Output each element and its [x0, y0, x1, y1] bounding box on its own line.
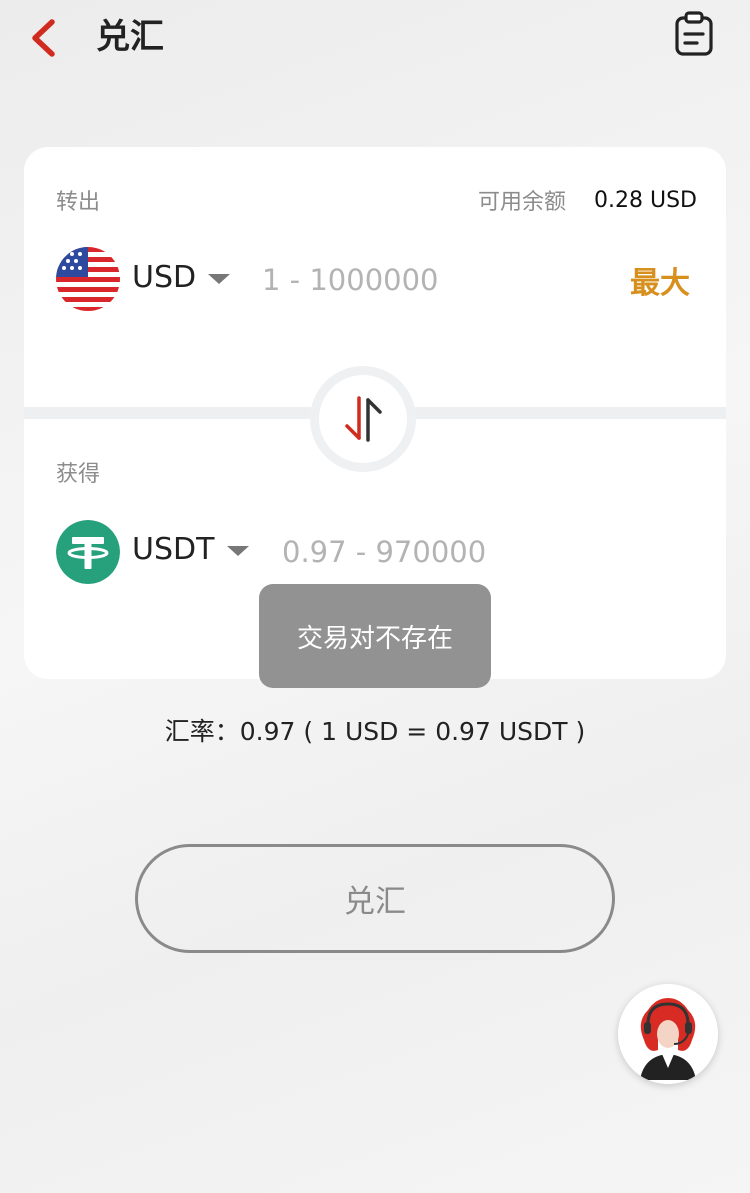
from-amount-input[interactable]	[262, 258, 602, 302]
balance-value: 0.28 USD	[594, 188, 697, 213]
us-flag-icon	[56, 247, 120, 311]
to-currency-select[interactable]: USDT	[132, 530, 214, 570]
clipboard-icon	[675, 11, 713, 56]
max-button[interactable]: 最大	[630, 258, 690, 302]
customer-service-avatar-icon	[618, 984, 718, 1084]
swap-button[interactable]	[310, 366, 416, 472]
exchange-rate-text: 汇率：0.97 ( 1 USD = 0.97 USDT )	[164, 717, 586, 746]
from-currency-icon[interactable]	[56, 247, 120, 311]
exchange-button[interactable]: 兑汇	[135, 844, 615, 953]
tether-icon	[56, 520, 120, 584]
from-label: 转出	[56, 190, 101, 215]
customer-service-button[interactable]	[618, 984, 718, 1084]
back-button[interactable]	[22, 14, 66, 62]
page-title: 兑汇	[96, 17, 164, 57]
records-button[interactable]	[672, 10, 716, 58]
to-amount-input[interactable]	[282, 530, 622, 574]
swap-arrows-icon	[345, 396, 382, 442]
swap-inner	[319, 375, 407, 463]
to-currency-dropdown-icon[interactable]	[227, 546, 249, 556]
balance-label: 可用余额	[478, 190, 567, 215]
from-currency-dropdown-icon[interactable]	[208, 274, 230, 284]
to-label: 获得	[56, 462, 101, 487]
top-bar: 兑汇	[0, 0, 750, 80]
chevron-left-icon	[32, 19, 55, 57]
from-currency-select[interactable]: USD	[132, 258, 196, 298]
to-currency-icon[interactable]	[56, 520, 120, 584]
error-toast: 交易对不存在	[259, 584, 491, 688]
